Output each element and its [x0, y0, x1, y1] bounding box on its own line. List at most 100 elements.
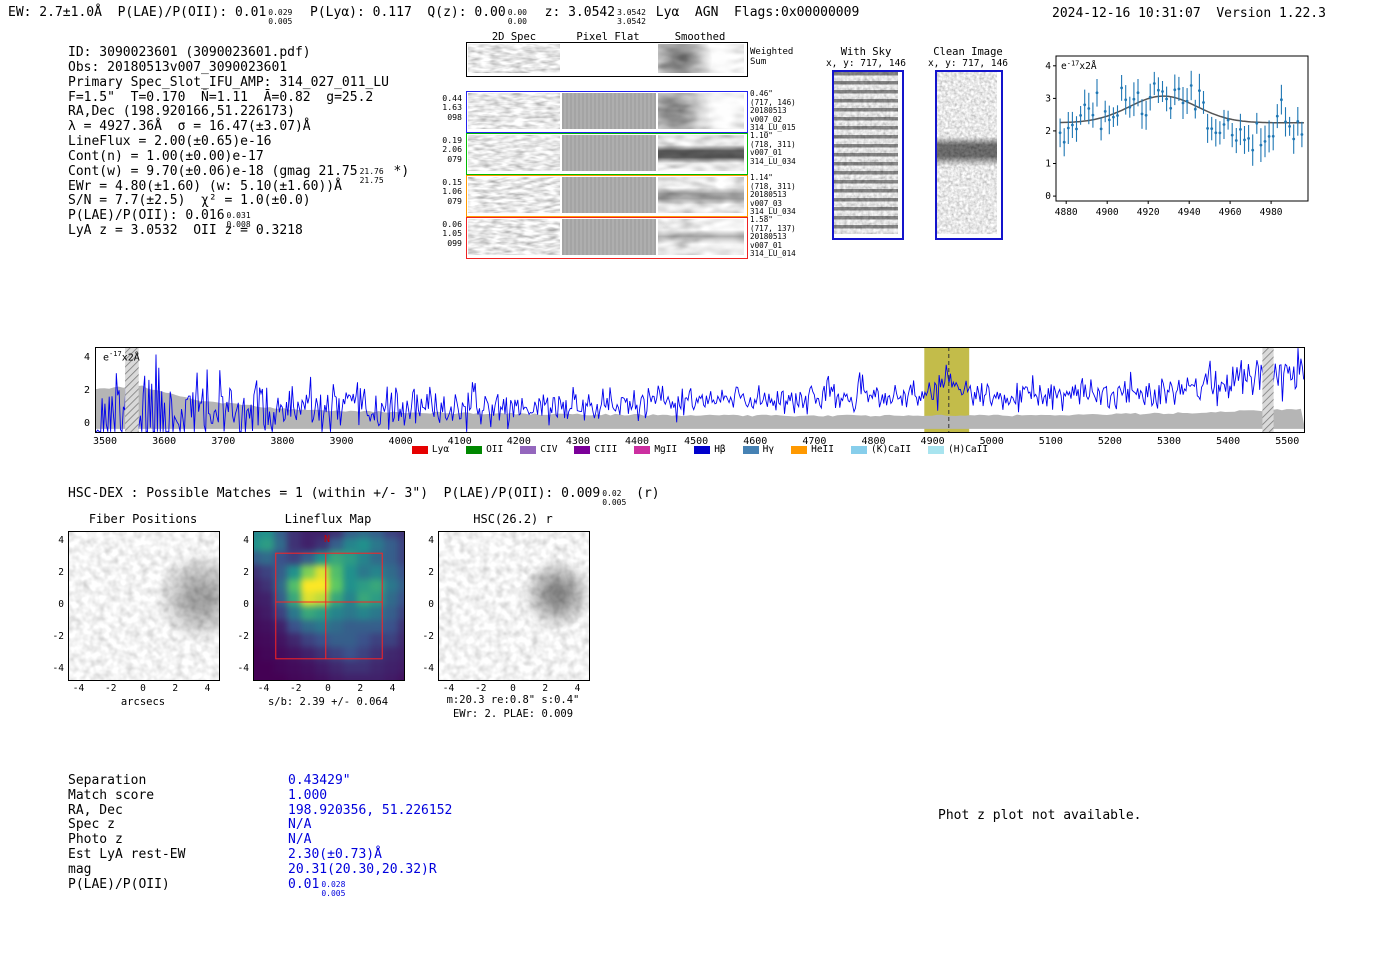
cutout-y-tick-label: 4 [428, 535, 434, 546]
cutout-y-tick-label: 0 [243, 599, 249, 610]
spec2d-row-right-label: 0.46" (717, 146) 20180513 v007_02 314_LU… [750, 89, 796, 133]
spectrum-x-tick-label: 4600 [743, 436, 768, 447]
match-value-text: 20.31(20.30,20.32)R [288, 861, 437, 877]
lineflux-overlay [254, 532, 404, 680]
text-segment: Primary Spec_Slot_IFU_AMP: 314_027_011_L… [68, 74, 389, 90]
stamp-overlay [937, 72, 997, 234]
cutout-x-tick-label: -2 [475, 683, 487, 694]
spectrum-y-tick-label: 4 [83, 351, 90, 363]
smoothed-stamp [658, 219, 744, 255]
svg-text:4920: 4920 [1137, 207, 1160, 218]
cutout-x-tick-label: -4 [257, 683, 270, 694]
stacked-fraction: 0.028 0.005 [321, 879, 346, 898]
hsc-xlabel2: EWr: 2. PLAE: 0.009 [452, 708, 574, 720]
pixelflat-stamp [562, 93, 656, 129]
match-value-text: 2.30(±0.73)Å [288, 847, 382, 862]
text-segment: λ = 4927.36Å σ = 16.47(±3.07)Å [68, 119, 311, 135]
clean-noise [937, 72, 997, 234]
withsky-title: With Sky [840, 46, 892, 58]
match-row-value: 1.000 [288, 788, 327, 803]
spectrum-svg [95, 347, 1305, 433]
elixer-report-page: EW: 2.7±1.0Å P(LAE)/P(OII): 0.01 0.029 0.0… [0, 0, 1400, 953]
match-row-value: 20.31(20.30,20.32)R [288, 862, 437, 877]
stacked-fraction: 3.0542 3.0542 [617, 8, 646, 26]
info-line: LyA z = 3.0532 OII z = 0.3218 [68, 223, 409, 238]
smoothed-stamp [658, 93, 744, 129]
noise-svg [468, 135, 560, 171]
svg-text:4980: 4980 [1260, 207, 1283, 218]
spectrum-x-tick-label: 5100 [1038, 436, 1063, 447]
cutout-x-tick-label: -4 [72, 683, 85, 694]
stacked-fraction: 0.029 0.005 [268, 8, 293, 26]
spec2d-stamp [468, 219, 560, 255]
text-segment: Cont(n) = 1.00(±0.00)e-17 [68, 148, 264, 164]
unit-exponent: -17 [109, 350, 122, 358]
unit-suffix: x2Å [121, 352, 140, 364]
info-line: ID: 3090023601 (3090023601.pdf) [68, 45, 409, 60]
cutout-x-tick-label: -4 [442, 683, 455, 694]
spec2d-stamp [468, 93, 560, 129]
lineflux-overlay-svg [275, 552, 383, 660]
cutout-x-tick-label: -2 [290, 683, 302, 694]
info-line: Primary Spec_Slot_IFU_AMP: 314_027_011_L… [68, 75, 409, 90]
cutout-y-tick-label: 2 [243, 567, 249, 578]
match-row-value: N/A [288, 832, 311, 847]
match-row-label: Spec z [68, 817, 115, 833]
text-segment: Lyα AGN Flags:0x00000009 [647, 5, 860, 20]
spectrum-x-tick-label: 3700 [211, 436, 236, 447]
hsc-r-title: HSC(26.2) r [473, 512, 553, 526]
noise-svg [468, 177, 560, 213]
cutout-y-tick-label: 0 [428, 599, 434, 610]
svg-text:4960: 4960 [1219, 207, 1242, 218]
stamp-overlay [658, 135, 744, 171]
spectrum-x-tick-label: 4500 [684, 436, 709, 447]
info-line: Cont(n) = 1.00(±0.00)e-17 [68, 149, 409, 164]
spectrum-x-tick-label: 4000 [388, 436, 413, 447]
info-line: Obs: 20180513v007_3090023601 [68, 60, 409, 75]
weighted-sum-label: Weighted Sum [750, 47, 794, 67]
cutout-x-tick-label: 4 [204, 683, 211, 694]
match-row-value: N/A [288, 817, 311, 832]
match-value-text: 0.43429" [288, 773, 351, 788]
cutout-y-tick-label: 0 [58, 599, 64, 610]
spectrum-x-tick-label: 4800 [861, 436, 886, 447]
match-row-label: Match score [68, 787, 155, 803]
spec2d-row-left-label: 0.06 1.05 099 [442, 219, 462, 248]
stamp-overlay [439, 532, 589, 680]
withsky-coords: x, y: 717, 146 [825, 58, 907, 69]
smoothed-stamp [658, 135, 744, 171]
text-segment: z: 3.0542 [528, 5, 616, 20]
cutout-x-tick-label: 2 [172, 683, 179, 694]
summary-header: EW: 2.7±1.0Å P(LAE)/P(OII): 0.01 0.029 0.0… [8, 5, 859, 27]
hsc-match-header: HSC-DEX : Possible Matches = 1 (within +… [68, 486, 660, 508]
cutout-x-tick-label: -2 [105, 683, 117, 694]
spectrum-x-tick-label: 3900 [329, 436, 354, 447]
spectrum-x-tick-label: 5300 [1156, 436, 1182, 447]
text-segment: EW: 2.7±1.0Å P(LAE)/P(OII): 0.01 [8, 5, 267, 20]
text-segment: HSC-DEX : Possible Matches = 1 (within +… [68, 486, 601, 501]
noise-svg [468, 93, 560, 129]
match-row-label: Est LyA rest-EW [68, 847, 186, 862]
hsc-xlabel: m:20.3 re:0.8" s:0.4" [446, 694, 580, 706]
cutout-x-tick-label: 0 [325, 683, 331, 694]
info-line: Cont(w) = 9.70(±0.06)e-18 (gmag 21.75 21.… [68, 163, 410, 185]
info-line: S/N = 7.7(±2.5) χ² = 1.0(±0.0) [68, 193, 409, 208]
cutout-y-tick-label: -2 [237, 631, 249, 642]
noise-svg [468, 44, 560, 73]
spectrum-unit-label: e-17x2Å [103, 350, 140, 363]
stacked-fraction: 0.02 0.005 [602, 489, 627, 507]
spec2d-stamp [468, 177, 560, 213]
cutout-y-tick-label: 4 [243, 535, 249, 546]
info-line: λ = 4927.36Å σ = 16.47(±3.07)Å [68, 119, 409, 134]
full-spectrum-plot [95, 347, 1305, 433]
svg-text:1: 1 [1045, 159, 1051, 170]
match-value-text: N/A [288, 817, 312, 833]
spectrum-x-tick-label: 4900 [920, 436, 945, 447]
text-segment: (r) [628, 486, 660, 501]
cutout-y-tick-label: -4 [237, 663, 249, 674]
cutout-x-tick-label: 0 [140, 683, 146, 694]
cutout-y-tick-label: -4 [52, 663, 64, 674]
text-segment: *) [385, 163, 410, 179]
cutout-y-tick-label: -2 [422, 631, 434, 642]
line-fit-plot: 4880 4900 4920 4940 4960 4980 0 1 2 3 4 e-17x2Å [1040, 46, 1312, 218]
